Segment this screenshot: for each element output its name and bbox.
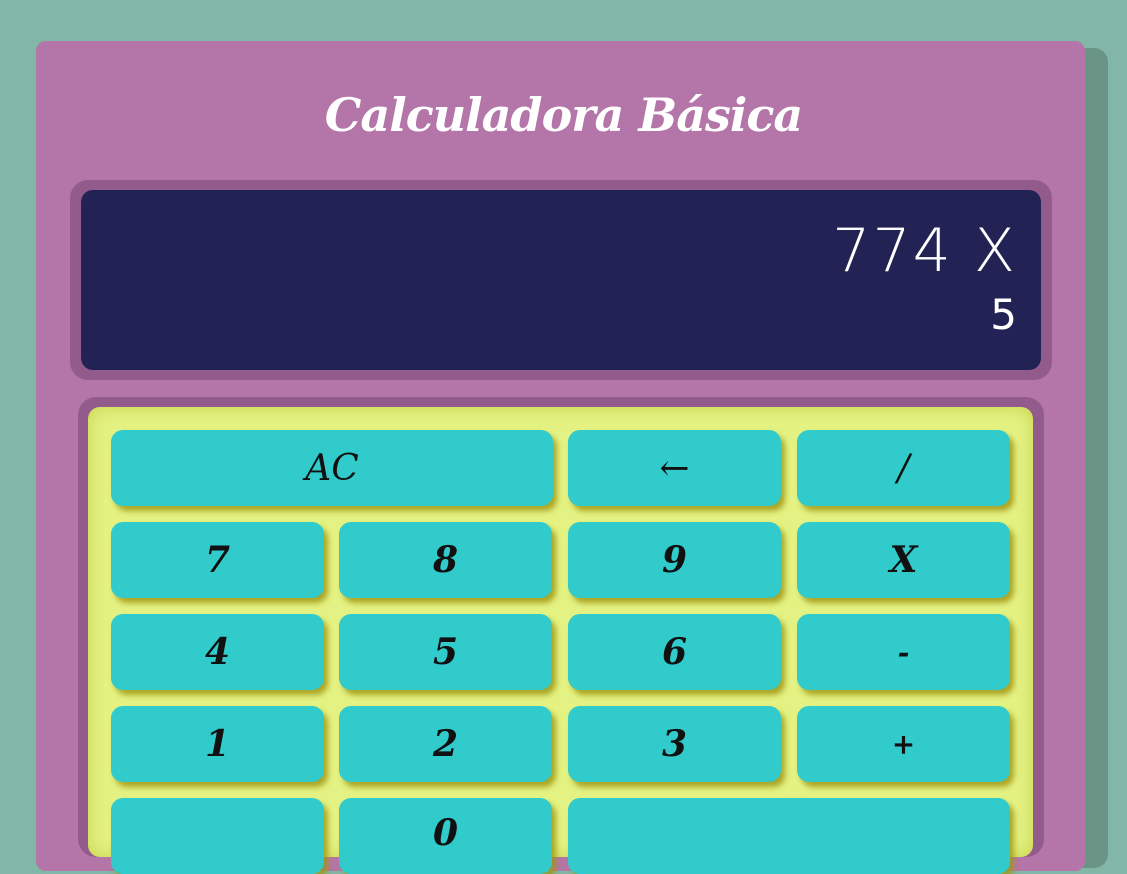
page-title: Calculadora Básica (324, 88, 803, 142)
backspace-button[interactable]: ← (568, 430, 781, 506)
digit-6-button[interactable]: 6 (568, 614, 781, 690)
digit-5-button[interactable]: 5 (339, 614, 552, 690)
display-expression: 774 X (832, 216, 1017, 286)
subtract-button[interactable]: - (797, 614, 1010, 690)
digit-7-button[interactable]: 7 (111, 522, 324, 598)
digit-3-button[interactable]: 3 (568, 706, 781, 782)
display-screen: 774 X 5 (81, 190, 1041, 370)
display-current-value: 5 (990, 290, 1017, 339)
extra-button[interactable] (111, 798, 324, 874)
divide-button[interactable]: / (797, 430, 1010, 506)
digit-2-button[interactable]: 2 (339, 706, 552, 782)
digit-0-button[interactable]: 0 (339, 798, 552, 874)
clear-all-button[interactable]: AC (111, 430, 553, 506)
add-button[interactable]: + (797, 706, 1010, 782)
equals-button[interactable] (568, 798, 1010, 874)
digit-1-button[interactable]: 1 (111, 706, 324, 782)
digit-9-button[interactable]: 9 (568, 522, 781, 598)
digit-8-button[interactable]: 8 (339, 522, 552, 598)
multiply-button[interactable]: X (797, 522, 1010, 598)
digit-4-button[interactable]: 4 (111, 614, 324, 690)
